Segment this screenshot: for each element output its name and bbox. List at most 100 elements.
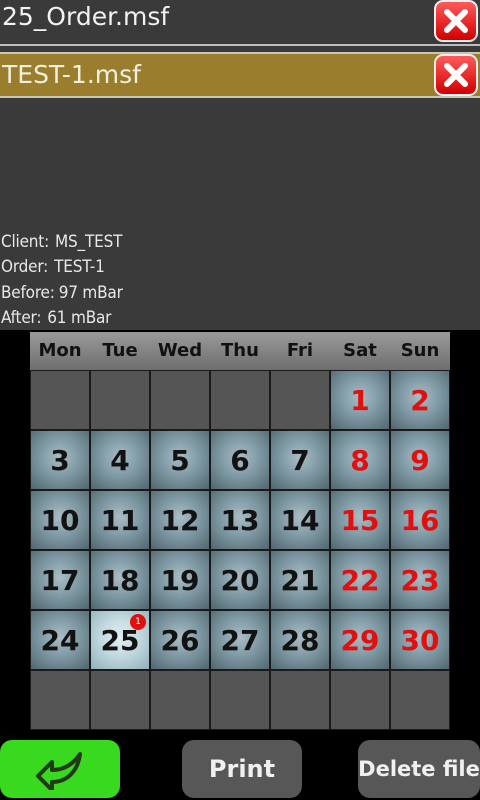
calendar-empty-cell bbox=[390, 670, 450, 730]
calendar-day-9[interactable]: 9 bbox=[390, 430, 450, 490]
record-count-badge: 1 bbox=[130, 614, 146, 630]
calendar-empty-cell bbox=[210, 370, 270, 430]
day-number: 15 bbox=[340, 504, 380, 537]
day-number: 18 bbox=[100, 564, 140, 597]
order-value: TEST-1 bbox=[54, 257, 105, 277]
calendar-day-30[interactable]: 30 bbox=[390, 610, 450, 670]
calendar-grid: 1 2 3 4 5 6 7 8 9 10 11 12 13 14 15 16 17 18 19 20 21 22 23 24 2… bbox=[30, 370, 450, 730]
day-number: 16 bbox=[400, 504, 440, 537]
file-row-selected[interactable]: TEST-1.msf bbox=[0, 52, 480, 98]
back-button[interactable] bbox=[0, 740, 120, 798]
day-number: 13 bbox=[220, 504, 260, 537]
after-value: 61 mBar bbox=[47, 308, 112, 328]
calendar-day-25[interactable]: 25 1 bbox=[90, 610, 150, 670]
before-value: 97 mBar bbox=[58, 283, 123, 303]
day-number: 14 bbox=[280, 504, 320, 537]
day-number: 9 bbox=[410, 444, 430, 477]
day-number: 20 bbox=[220, 564, 260, 597]
before-info: Before: 97 mBar bbox=[1, 283, 123, 303]
weekday-mon: Mon bbox=[38, 340, 82, 361]
file-name[interactable]: 25_Order.msf bbox=[2, 0, 169, 46]
calendar-day-24[interactable]: 24 bbox=[30, 610, 90, 670]
file-row[interactable]: 25_Order.msf bbox=[0, 0, 480, 46]
file-name[interactable]: TEST-1.msf bbox=[2, 54, 141, 100]
print-button[interactable]: Print bbox=[182, 740, 302, 798]
calendar-day-3[interactable]: 3 bbox=[30, 430, 90, 490]
day-number: 19 bbox=[160, 564, 200, 597]
calendar-day-5[interactable]: 5 bbox=[150, 430, 210, 490]
calendar-day-13[interactable]: 13 bbox=[210, 490, 270, 550]
day-number: 24 bbox=[40, 624, 80, 657]
weekday-wed: Wed bbox=[157, 340, 203, 361]
close-icon bbox=[444, 9, 468, 33]
calendar-empty-cell bbox=[90, 370, 150, 430]
back-arrow-icon bbox=[36, 752, 82, 790]
calendar-empty-cell bbox=[150, 370, 210, 430]
calendar-empty-cell bbox=[210, 670, 270, 730]
after-label: After: bbox=[1, 308, 42, 328]
day-number: 7 bbox=[290, 444, 310, 477]
close-icon bbox=[444, 63, 468, 87]
weekday-sat: Sat bbox=[343, 340, 377, 361]
calendar-empty-cell bbox=[150, 670, 210, 730]
calendar-day-1[interactable]: 1 bbox=[330, 370, 390, 430]
calendar-day-27[interactable]: 27 bbox=[210, 610, 270, 670]
calendar-day-2[interactable]: 2 bbox=[390, 370, 450, 430]
calendar-empty-cell bbox=[330, 670, 390, 730]
calendar-day-22[interactable]: 22 bbox=[330, 550, 390, 610]
day-number: 29 bbox=[340, 624, 380, 657]
calendar-day-18[interactable]: 18 bbox=[90, 550, 150, 610]
calendar-day-14[interactable]: 14 bbox=[270, 490, 330, 550]
weekday-sun: Sun bbox=[400, 340, 440, 361]
calendar-day-23[interactable]: 23 bbox=[390, 550, 450, 610]
client-label: Client: bbox=[1, 232, 50, 252]
day-number: 28 bbox=[280, 624, 320, 657]
day-number: 3 bbox=[50, 444, 70, 477]
day-number: 26 bbox=[160, 624, 200, 657]
day-number: 23 bbox=[400, 564, 440, 597]
remove-file-button[interactable] bbox=[434, 0, 478, 42]
calendar-day-6[interactable]: 6 bbox=[210, 430, 270, 490]
calendar-day-7[interactable]: 7 bbox=[270, 430, 330, 490]
calendar-day-16[interactable]: 16 bbox=[390, 490, 450, 550]
weekday-thu: Thu bbox=[221, 340, 259, 361]
day-number: 4 bbox=[110, 444, 130, 477]
calendar-empty-cell bbox=[270, 370, 330, 430]
day-number: 1 bbox=[350, 384, 370, 417]
calendar-day-10[interactable]: 10 bbox=[30, 490, 90, 550]
calendar-empty-cell bbox=[30, 370, 90, 430]
calendar-day-29[interactable]: 29 bbox=[330, 610, 390, 670]
day-number: 10 bbox=[40, 504, 80, 537]
day-number: 21 bbox=[280, 564, 320, 597]
calendar-empty-cell bbox=[90, 670, 150, 730]
client-value: MS_TEST bbox=[55, 232, 123, 252]
calendar-day-4[interactable]: 4 bbox=[90, 430, 150, 490]
day-number: 8 bbox=[350, 444, 370, 477]
before-label: Before: bbox=[1, 283, 55, 303]
calendar-day-12[interactable]: 12 bbox=[150, 490, 210, 550]
calendar-day-8[interactable]: 8 bbox=[330, 430, 390, 490]
calendar-day-15[interactable]: 15 bbox=[330, 490, 390, 550]
calendar-day-26[interactable]: 26 bbox=[150, 610, 210, 670]
calendar-day-11[interactable]: 11 bbox=[90, 490, 150, 550]
day-number: 6 bbox=[230, 444, 250, 477]
calendar-day-28[interactable]: 28 bbox=[270, 610, 330, 670]
calendar-day-21[interactable]: 21 bbox=[270, 550, 330, 610]
day-number: 22 bbox=[340, 564, 380, 597]
day-number: 12 bbox=[160, 504, 200, 537]
calendar-empty-cell bbox=[30, 670, 90, 730]
calendar-day-17[interactable]: 17 bbox=[30, 550, 90, 610]
order-info: Order: TEST-1 bbox=[1, 257, 105, 277]
day-number: 11 bbox=[100, 504, 140, 537]
calendar-day-20[interactable]: 20 bbox=[210, 550, 270, 610]
delete-file-button[interactable]: Delete file bbox=[358, 740, 480, 798]
remove-file-button[interactable] bbox=[434, 54, 478, 96]
day-number: 30 bbox=[400, 624, 440, 657]
day-number: 27 bbox=[220, 624, 260, 657]
after-info: After: 61 mBar bbox=[1, 308, 111, 328]
calendar-day-19[interactable]: 19 bbox=[150, 550, 210, 610]
weekday-tue: Tue bbox=[102, 340, 138, 361]
weekday-fri: Fri bbox=[286, 340, 314, 361]
day-number: 5 bbox=[170, 444, 190, 477]
calendar-empty-cell bbox=[270, 670, 330, 730]
